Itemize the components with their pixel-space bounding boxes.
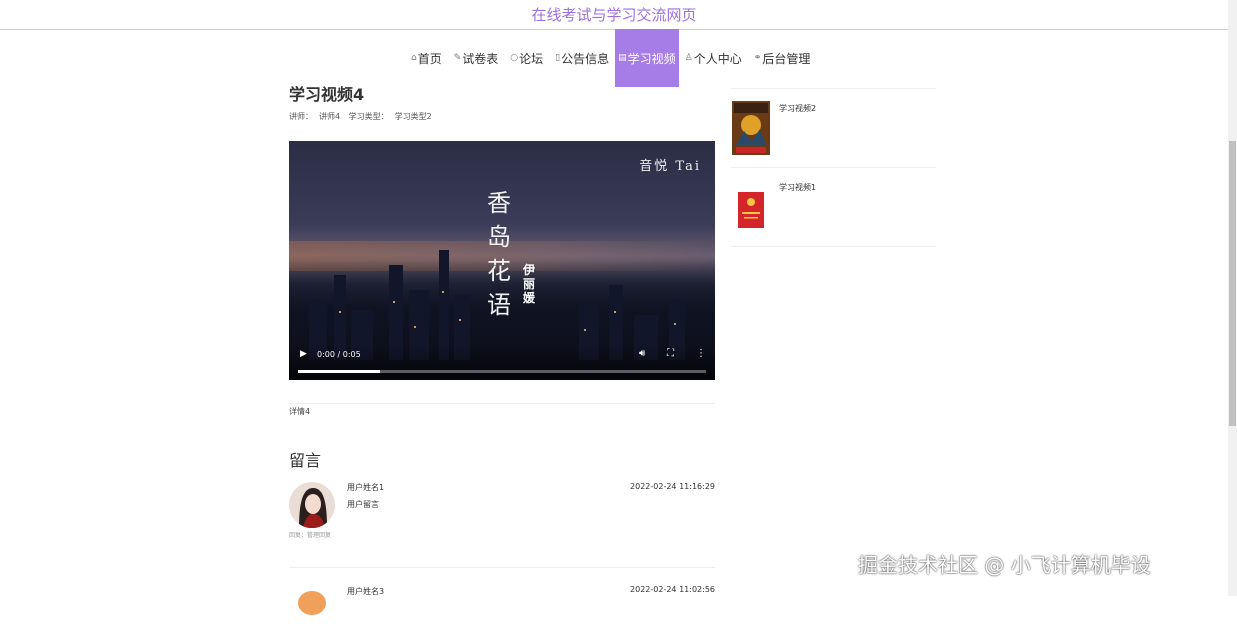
city-light	[442, 291, 444, 293]
city-light	[393, 301, 395, 303]
nav-item-forum[interactable]: ○ 论坛	[504, 29, 549, 87]
video-controls: ▶ 0:00 / 0:05 🔊︎ ⛶ ⋮	[289, 344, 715, 380]
video-progress-fill	[298, 370, 380, 373]
video-time: 0:00 / 0:05	[317, 350, 361, 359]
city-light	[584, 329, 586, 331]
video-thumbnail	[732, 101, 770, 155]
nav-item-admin[interactable]: ⚭ 后台管理	[748, 29, 817, 87]
city-light	[414, 326, 416, 328]
teacher-value: 讲师4	[319, 112, 341, 121]
avatar	[289, 482, 335, 528]
city-light	[674, 323, 676, 325]
video-detail: 详情4	[289, 403, 715, 417]
avatar	[289, 585, 335, 631]
video-meta: 讲师： 讲师4 学习类型： 学习类型2	[289, 111, 715, 122]
comment-time: 2022-02-24 11:16:29	[630, 482, 715, 491]
watermark: 掘金技术社区 @ 小飞计算机毕设	[858, 553, 1151, 577]
main-nav: ⌂ 首页 ✎ 试卷表 ○ 论坛 ▯ 公告信息 ▤ 学习视频 ♙ 个人中心 ⚭ 后…	[405, 29, 816, 87]
divider	[731, 246, 936, 247]
nav-item-papers[interactable]: ✎ 试卷表	[448, 29, 505, 87]
comment-user: 用户姓名3	[347, 587, 385, 596]
type-value: 学习类型2	[394, 112, 432, 121]
video-progress-bar[interactable]	[298, 370, 706, 373]
play-icon[interactable]: ▶	[300, 349, 307, 359]
volume-icon[interactable]: 🔊︎	[639, 348, 645, 359]
user-icon: ♙	[684, 53, 693, 63]
comment-user: 用户姓名1	[347, 483, 385, 492]
poster-title-char: 岛	[487, 223, 511, 251]
related-video-title: 学习视频2	[779, 104, 817, 113]
scrollbar-thumb[interactable]	[1229, 141, 1236, 426]
comment-reply: 回复：管理回复	[289, 532, 332, 539]
home-icon: ⌂	[411, 53, 417, 63]
nav-item-label: 公告信息	[561, 51, 610, 66]
more-options-icon[interactable]: ⋮	[696, 348, 706, 359]
video-thumbnail	[732, 180, 770, 234]
video-title: 学习视频4	[289, 85, 365, 104]
comment-item: 用户姓名3 2022-02-24 11:02:56	[289, 585, 715, 631]
video-icon: ▤	[618, 53, 627, 63]
nav-item-label: 个人中心	[693, 51, 742, 66]
city-light	[339, 311, 341, 313]
page-scrollbar[interactable]	[1228, 0, 1237, 596]
video-player[interactable]: 音悦 Tai 香 岛 花 语 伊丽媛 ▶ 0:00 / 0:05 🔊︎ ⛶ ⋮	[289, 141, 715, 380]
nav-item-label: 后台管理	[762, 51, 811, 66]
teacher-label: 讲师：	[289, 112, 313, 121]
link-icon: ⚭	[753, 53, 762, 63]
type-label: 学习类型：	[348, 112, 389, 121]
video-header: 学习视频4 讲师： 讲师4 学习类型： 学习类型2	[289, 85, 715, 122]
nav-item-videos[interactable]: ▤ 学习视频	[615, 29, 679, 87]
comment-content: 用户留言	[347, 500, 379, 509]
city-light	[614, 311, 616, 313]
site-title: 在线考试与学习交流网页	[0, 0, 1228, 30]
messages-title: 留言	[289, 451, 322, 470]
poster-singer: 伊丽媛	[522, 263, 535, 305]
nav-item-label: 论坛	[519, 51, 544, 66]
paper-icon: ✎	[453, 53, 462, 63]
poster-title-char: 语	[487, 291, 511, 319]
related-video-item[interactable]: 学习视频2	[731, 88, 936, 167]
divider	[289, 567, 715, 568]
nav-item-profile[interactable]: ♙ 个人中心	[679, 29, 748, 87]
related-videos: 学习视频2 学习视频1	[731, 88, 936, 247]
fullscreen-icon[interactable]: ⛶	[667, 348, 674, 359]
related-video-title: 学习视频1	[779, 183, 817, 192]
nav-item-label: 学习视频	[627, 51, 676, 66]
poster-title-char: 香	[487, 189, 511, 217]
poster-title-char: 花	[487, 257, 511, 285]
poster-corner-text: 音悦 Tai	[639, 159, 701, 174]
nav-item-notices[interactable]: ▯ 公告信息	[549, 29, 615, 87]
forum-icon: ○	[510, 53, 519, 63]
nav-item-label: 首页	[417, 51, 442, 66]
poster-title: 香 岛 花 语	[484, 186, 514, 322]
comment-item: 用户姓名1 用户留言 2022-02-24 11:16:29 回复：管理回复	[289, 482, 715, 542]
comment-time: 2022-02-24 11:02:56	[630, 585, 715, 594]
nav-item-home[interactable]: ⌂ 首页	[405, 29, 448, 87]
notice-icon: ▯	[555, 53, 561, 63]
city-light	[459, 319, 461, 321]
nav-item-label: 试卷表	[462, 51, 499, 66]
related-video-item[interactable]: 学习视频1	[731, 167, 936, 246]
